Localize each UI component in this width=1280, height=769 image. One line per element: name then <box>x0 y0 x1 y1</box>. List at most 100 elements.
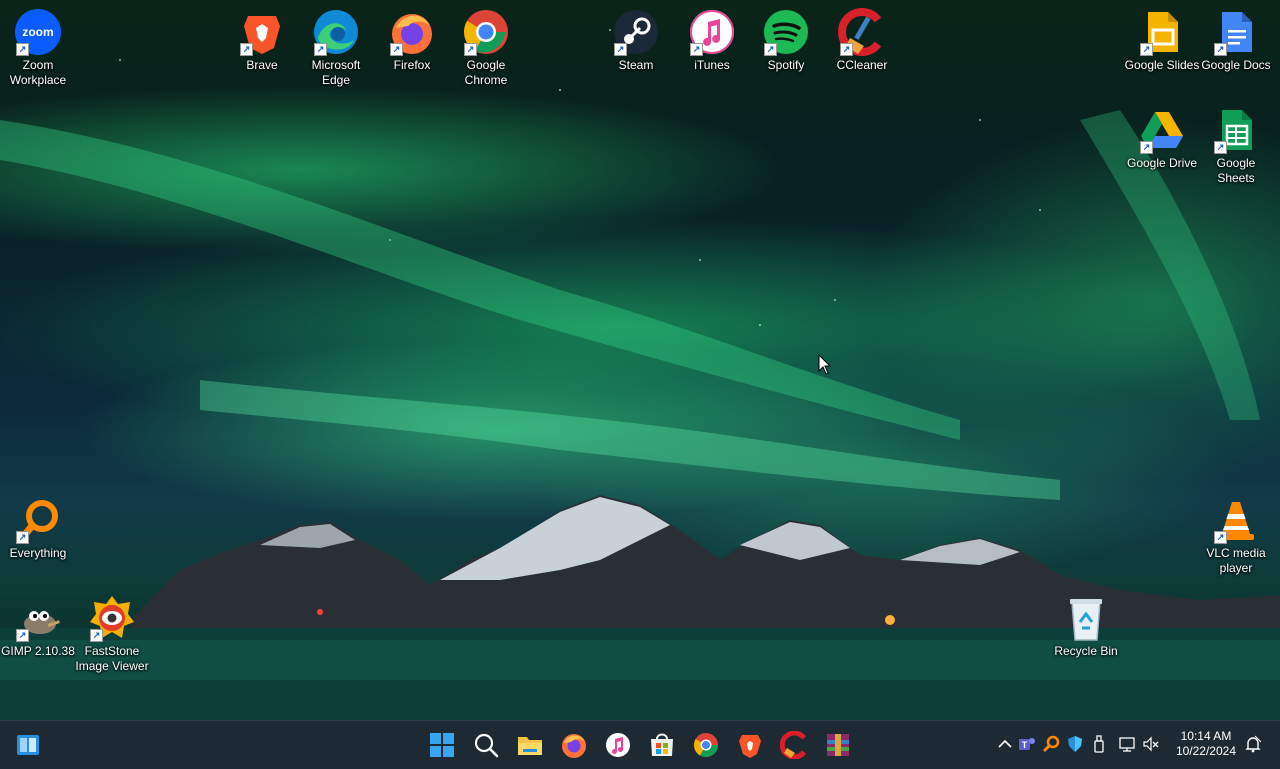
notifications-button[interactable] <box>1244 735 1262 753</box>
desktop-icon-label: Microsoft Edge <box>311 58 361 87</box>
desktop-icon-google-sheets[interactable]: ↗ Google Sheets <box>1198 100 1274 186</box>
shortcut-arrow-icon: ↗ <box>840 43 853 56</box>
defender-icon <box>1068 736 1082 752</box>
desktop-icon-label: Spotify <box>767 58 805 72</box>
taskbar-chrome[interactable] <box>692 731 720 759</box>
shortcut-arrow-icon: ↗ <box>1214 43 1227 56</box>
volume-muted-icon <box>1143 736 1159 752</box>
zoom-icon: zoom ↗ <box>14 8 62 56</box>
desktop-icon-label: Brave <box>246 58 278 72</box>
tray-usb-drive[interactable] <box>1090 735 1108 753</box>
desktop-icon-label: GIMP 2.10.38 <box>1 644 75 658</box>
ccleaner-icon <box>779 730 807 760</box>
desktop-icon-vlc[interactable]: ↗ VLC media player <box>1198 490 1274 576</box>
desktop-icon-label: Google Drive <box>1126 156 1198 170</box>
tray-defender[interactable] <box>1066 735 1084 753</box>
firefox-icon: ↗ <box>388 8 436 56</box>
shortcut-arrow-icon: ↗ <box>1140 141 1153 154</box>
taskbar-ccleaner[interactable] <box>779 730 808 760</box>
tray-everything[interactable] <box>1042 735 1060 753</box>
desktop-icon-google-drive[interactable]: ↗ Google Drive <box>1124 100 1200 171</box>
tray-volume[interactable] <box>1142 735 1160 753</box>
desktop-icon-edge[interactable]: ↗ Microsoft Edge <box>298 2 374 88</box>
desktop-icon-label: iTunes <box>694 58 730 72</box>
steam-icon: ↗ <box>612 8 660 56</box>
recycle-bin-icon <box>1062 594 1110 642</box>
shortcut-arrow-icon: ↗ <box>1214 141 1227 154</box>
chrome-icon: ↗ <box>462 8 510 56</box>
desktop-icon-label: Google Slides <box>1124 58 1200 72</box>
tray-teams[interactable]: T <box>1018 735 1036 753</box>
tray-show-hidden-button[interactable] <box>996 735 1014 753</box>
faststone-icon: ↗ <box>88 594 136 642</box>
usb-drive-icon <box>1094 735 1104 753</box>
spotify-icon: ↗ <box>762 8 810 56</box>
zoom-icon-text: zoom <box>22 25 53 39</box>
desktop-icon-label: Google Docs <box>1201 58 1271 72</box>
search-icon <box>474 733 499 758</box>
taskbar: T 10:14 AM 10/22/2024 <box>0 720 1280 769</box>
desktop-icon-steam[interactable]: ↗ Steam <box>598 2 674 73</box>
chevron-up-icon <box>998 739 1012 748</box>
desktop-icon-label: Recycle Bin <box>1054 644 1118 658</box>
desktop-icon-label: Zoom Workplace <box>9 58 67 87</box>
taskbar-microsoft-store[interactable] <box>648 731 676 759</box>
tray-network[interactable] <box>1118 735 1136 753</box>
desktop-icon-ccleaner[interactable]: ↗ CCleaner <box>824 2 900 73</box>
google-docs-icon: ↗ <box>1212 8 1260 56</box>
brave-icon: ↗ <box>238 8 286 56</box>
taskbar-winrar[interactable] <box>824 731 852 759</box>
taskbar-itunes[interactable] <box>604 731 632 759</box>
shortcut-arrow-icon: ↗ <box>764 43 777 56</box>
desktop-icon-label: VLC media player <box>1206 546 1266 575</box>
taskbar-firefox[interactable] <box>560 731 588 759</box>
windows-icon <box>430 733 454 757</box>
shortcut-arrow-icon: ↗ <box>90 629 103 642</box>
everything-search-icon: ↗ <box>14 496 62 544</box>
network-icon <box>1119 737 1135 752</box>
taskbar-brave[interactable] <box>736 731 764 759</box>
desktop-icon-firefox[interactable]: ↗ Firefox <box>374 2 450 73</box>
desktop-icon-everything[interactable]: ↗ Everything <box>0 490 76 561</box>
taskbar-widgets-button[interactable] <box>14 731 42 759</box>
everything-search-icon <box>1042 735 1060 753</box>
windows-start-icon <box>17 735 39 755</box>
brave-icon <box>739 735 761 758</box>
desktop-icon-label: Steam <box>618 58 654 72</box>
shortcut-arrow-icon: ↗ <box>240 43 253 56</box>
desktop-icon-label: CCleaner <box>836 58 888 72</box>
vlc-icon: ↗ <box>1212 496 1260 544</box>
taskbar-start-button[interactable] <box>428 731 456 759</box>
desktop-icon-zoom[interactable]: zoom ↗ Zoom Workplace <box>0 2 76 88</box>
desktop-icon-label: Google Chrome <box>464 58 508 87</box>
file-explorer-icon <box>518 737 542 755</box>
google-slides-icon: ↗ <box>1138 8 1186 56</box>
shortcut-arrow-icon: ↗ <box>614 43 627 56</box>
ccleaner-icon: ↗ <box>838 8 886 56</box>
itunes-icon <box>606 733 630 757</box>
mouse-cursor <box>818 353 832 381</box>
svg-text:T: T <box>1022 740 1028 750</box>
microsoft-store-icon <box>651 733 673 756</box>
taskbar-clock[interactable]: 10:14 AM 10/22/2024 <box>1176 729 1236 759</box>
itunes-icon: ↗ <box>688 8 736 56</box>
taskbar-file-explorer[interactable] <box>516 731 544 759</box>
desktop-icon-brave[interactable]: ↗ Brave <box>224 2 300 73</box>
edge-icon: ↗ <box>312 8 360 56</box>
desktop-icon-recycle-bin[interactable]: Recycle Bin <box>1048 588 1124 659</box>
desktop-icon-gimp[interactable]: ↗ GIMP 2.10.38 <box>0 588 76 659</box>
google-sheets-icon: ↗ <box>1212 106 1260 154</box>
desktop-icon-chrome[interactable]: ↗ Google Chrome <box>448 2 524 88</box>
desktop-icon-faststone[interactable]: ↗ FastStone Image Viewer <box>74 588 150 674</box>
desktop-icon-spotify[interactable]: ↗ Spotify <box>748 2 824 73</box>
desktop-icon-google-slides[interactable]: ↗ Google Slides <box>1124 2 1200 73</box>
winrar-icon <box>827 734 849 756</box>
chrome-icon <box>693 733 718 758</box>
taskbar-search-button[interactable] <box>472 731 500 759</box>
shortcut-arrow-icon: ↗ <box>1214 531 1227 544</box>
desktop-icon-label: Google Sheets <box>1216 156 1256 185</box>
shortcut-arrow-icon: ↗ <box>690 43 703 56</box>
desktop-icon-itunes[interactable]: ↗ iTunes <box>674 2 750 73</box>
desktop-icon-google-docs[interactable]: ↗ Google Docs <box>1198 2 1274 73</box>
shortcut-arrow-icon: ↗ <box>1140 43 1153 56</box>
